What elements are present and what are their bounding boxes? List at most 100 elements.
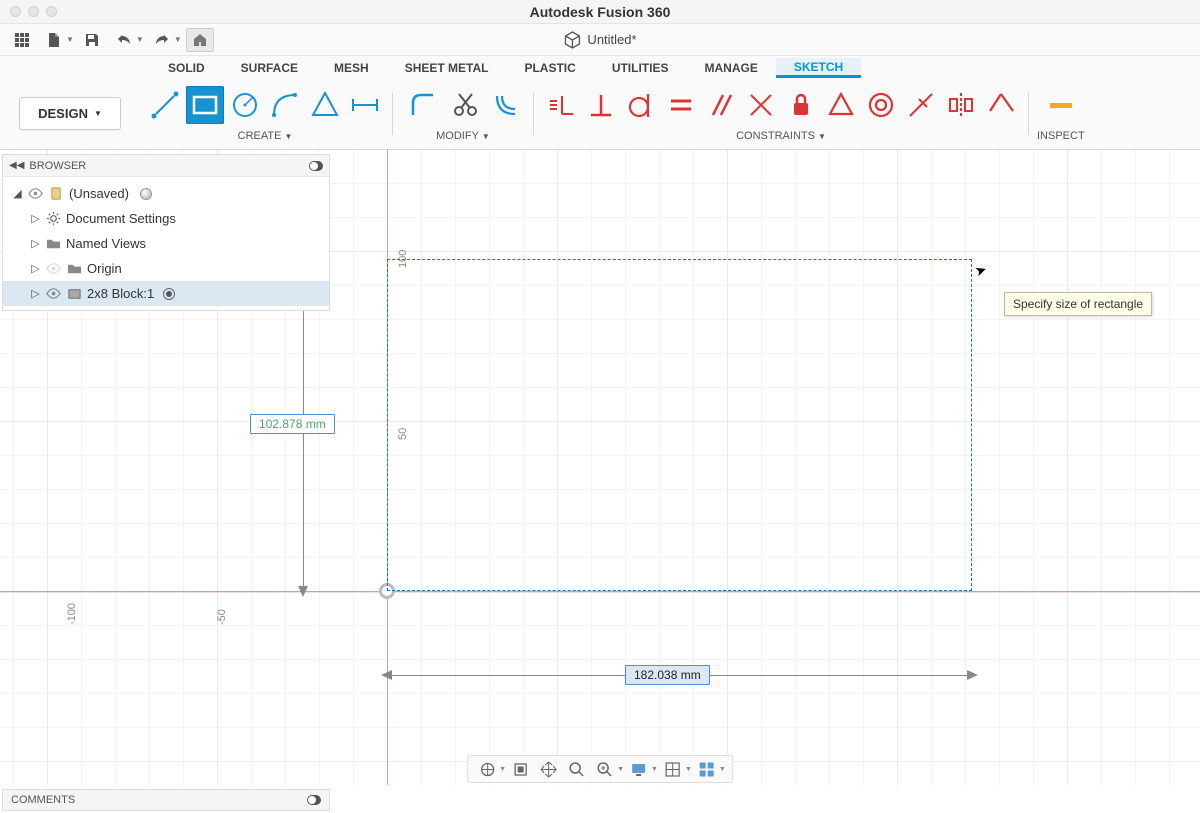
tab-plastic[interactable]: PLASTIC [506, 59, 593, 78]
ribbon-group-inspect: INSPECT [1031, 78, 1085, 149]
collinear-constraint-icon[interactable] [902, 86, 940, 124]
fix-constraint-icon[interactable] [782, 86, 820, 124]
tab-sheet-metal[interactable]: SHEET METAL [387, 59, 507, 78]
navigation-bar: ▼ ▼ ▼ ▼ ▼ [467, 755, 733, 783]
tooltip: Specify size of rectangle [1004, 292, 1152, 316]
rectangle-tool-icon[interactable] [186, 86, 224, 124]
tree-item-named-views[interactable]: ▷ Named Views [3, 231, 329, 256]
ribbon-toolbar: DESIGN ▼ CREATE ▼ MODIFY ▼ [0, 78, 1200, 150]
gear-icon [45, 211, 61, 226]
traffic-lights [0, 6, 57, 17]
midpoint-constraint-icon[interactable] [822, 86, 860, 124]
curvature-constraint-icon[interactable] [982, 86, 1020, 124]
activate-radio-icon[interactable] [163, 288, 175, 300]
browser-tree: ◢ (Unsaved) ▷ Document Settings ▷ Named … [3, 177, 329, 310]
app-title: Autodesk Fusion 360 [530, 4, 671, 20]
group-label-constraints[interactable]: CONSTRAINTS ▼ [736, 130, 826, 142]
offset-tool-icon[interactable] [487, 86, 525, 124]
maximize-window-icon[interactable] [46, 6, 57, 17]
width-dimension-input[interactable]: 182.038 mm [625, 665, 710, 685]
height-dimension-input[interactable]: 102.878 mm [250, 414, 335, 434]
trim-tool-icon[interactable] [447, 86, 485, 124]
tree-root[interactable]: ◢ (Unsaved) [3, 181, 329, 206]
home-icon[interactable] [186, 28, 214, 52]
window-titlebar: Autodesk Fusion 360 [0, 0, 1200, 24]
chevron-down-icon: ▼ [94, 109, 102, 118]
eye-icon[interactable] [45, 286, 61, 301]
tab-manage[interactable]: MANAGE [686, 59, 775, 78]
tangent-constraint-icon[interactable] [622, 86, 660, 124]
eye-icon[interactable] [27, 186, 43, 201]
redo-icon[interactable] [148, 28, 176, 52]
collapse-icon[interactable]: ◀◀ [9, 160, 24, 171]
close-window-icon[interactable] [10, 6, 21, 17]
document-name: Untitled* [587, 32, 636, 47]
zoom-window-icon[interactable] [592, 758, 618, 780]
ribbon-group-constraints: CONSTRAINTS ▼ [536, 78, 1026, 149]
browser-panel: ◀◀ BROWSER ◢ (Unsaved) ▷ Document Settin… [2, 154, 330, 311]
folder-icon [66, 261, 82, 276]
parallel-constraint-icon[interactable] [702, 86, 740, 124]
quick-access-toolbar: ▼ ▼ ▼ Untitled* [0, 24, 1200, 56]
zoom-icon[interactable] [564, 758, 590, 780]
document-tab[interactable]: Untitled* [563, 31, 636, 49]
display-settings-icon[interactable] [626, 758, 652, 780]
orbit-icon[interactable] [474, 758, 500, 780]
save-icon[interactable] [78, 28, 106, 52]
grid-settings-icon[interactable] [660, 758, 686, 780]
symmetry-constraint-icon[interactable] [942, 86, 980, 124]
concentric-constraint-icon[interactable] [862, 86, 900, 124]
ribbon-tabs: SOLID SURFACE MESH SHEET METAL PLASTIC U… [0, 56, 1200, 78]
comments-title: COMMENTS [11, 794, 75, 806]
workspace-label: DESIGN [38, 106, 88, 121]
line-tool-icon[interactable] [146, 86, 184, 124]
pin-toggle-icon[interactable] [309, 161, 323, 171]
polygon-tool-icon[interactable] [306, 86, 344, 124]
appearance-icon[interactable] [140, 188, 152, 200]
chevron-down-icon[interactable]: ▼ [66, 35, 74, 44]
equal-constraint-icon[interactable] [662, 86, 700, 124]
perpendicular-constraint-icon[interactable] [582, 86, 620, 124]
chevron-down-icon[interactable]: ▼ [136, 35, 144, 44]
ribbon-group-create: CREATE ▼ [140, 78, 390, 149]
dimension-tool-icon[interactable] [346, 86, 384, 124]
inspect-tool-icon[interactable] [1042, 86, 1080, 124]
fillet-tool-icon[interactable] [401, 86, 445, 124]
circle-tool-icon[interactable] [226, 86, 264, 124]
arc-tool-icon[interactable] [266, 86, 304, 124]
sketch-rectangle[interactable] [387, 259, 972, 591]
group-label-create[interactable]: CREATE ▼ [238, 130, 293, 142]
horizontal-constraint-icon[interactable] [542, 86, 580, 124]
undo-icon[interactable] [110, 28, 138, 52]
pin-toggle-icon[interactable] [307, 795, 321, 805]
coincident-constraint-icon[interactable] [742, 86, 780, 124]
ribbon-group-modify: MODIFY ▼ [395, 78, 531, 149]
pan-icon[interactable] [536, 758, 562, 780]
folder-icon [45, 236, 61, 251]
tree-item-block[interactable]: ▷ 2x8 Block:1 [3, 281, 329, 306]
look-at-icon[interactable] [508, 758, 534, 780]
tab-utilities[interactable]: UTILITIES [594, 59, 687, 78]
tree-item-document-settings[interactable]: ▷ Document Settings [3, 206, 329, 231]
tab-sketch[interactable]: SKETCH [776, 58, 861, 78]
component-icon [66, 286, 82, 301]
tab-mesh[interactable]: MESH [316, 59, 387, 78]
component-icon [48, 186, 64, 201]
cube-icon [563, 31, 581, 49]
tab-solid[interactable]: SOLID [150, 59, 223, 78]
axis-tick-label: -100 [66, 603, 78, 625]
data-panel-icon[interactable] [8, 28, 36, 52]
chevron-down-icon[interactable]: ▼ [174, 35, 182, 44]
browser-title: BROWSER [29, 160, 86, 172]
tab-surface[interactable]: SURFACE [223, 59, 316, 78]
tree-item-origin[interactable]: ▷ Origin [3, 256, 329, 281]
eye-icon[interactable] [45, 261, 61, 276]
axis-tick-label: -50 [216, 609, 228, 625]
browser-header[interactable]: ◀◀ BROWSER [3, 155, 329, 177]
viewport-settings-icon[interactable] [694, 758, 720, 780]
minimize-window-icon[interactable] [28, 6, 39, 17]
workspace-switcher[interactable]: DESIGN ▼ [19, 97, 121, 130]
file-menu-icon[interactable] [40, 28, 68, 52]
group-label-modify[interactable]: MODIFY ▼ [436, 130, 490, 142]
comments-panel-header[interactable]: COMMENTS [2, 789, 330, 811]
